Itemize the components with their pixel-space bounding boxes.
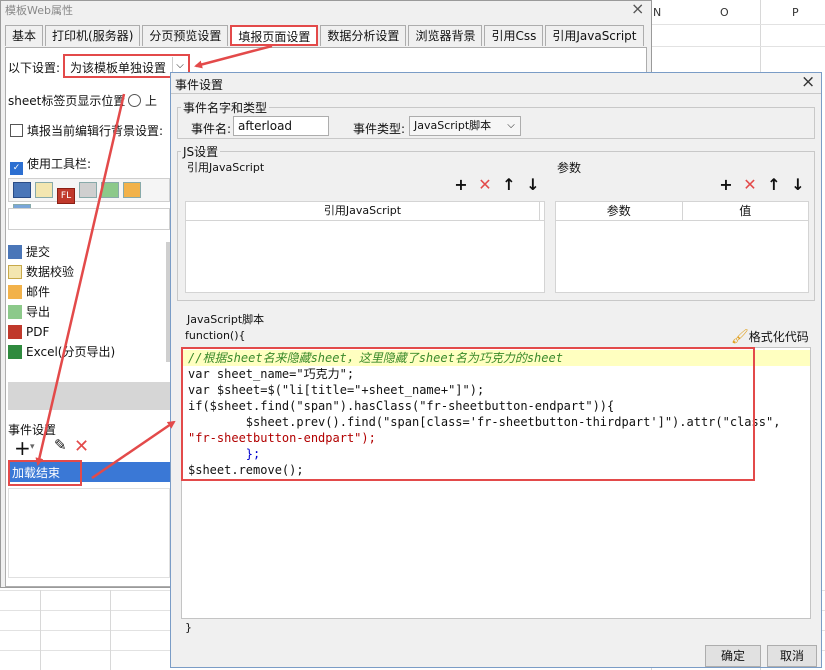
arrow-event-to-code: [91, 420, 176, 480]
arrow-select-to-event: [35, 93, 126, 466]
annotation-arrows: [35, 44, 273, 480]
arrow-tab-to-select: [194, 44, 273, 69]
